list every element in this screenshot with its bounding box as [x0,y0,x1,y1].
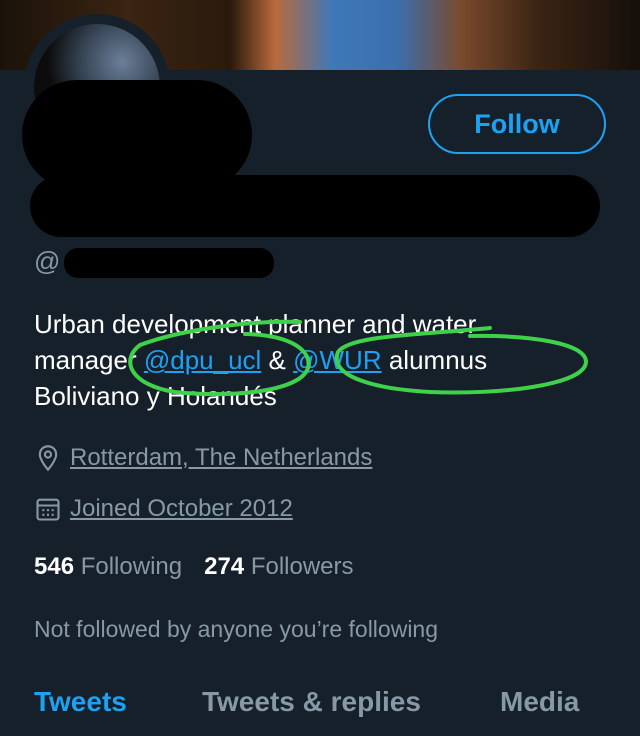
following-count: 546 [34,553,75,580]
mention-link-dpu[interactable]: @dpu_ucl [144,345,261,375]
bio-text: manager [34,345,144,375]
location-link[interactable]: Rotterdam, The Netherlands [70,444,372,472]
bio-line-1: Urban development planner and water [34,309,477,339]
mention-link-wur[interactable]: @WUR [293,345,382,375]
bio-line-3: Boliviano y Holandés [34,381,277,411]
followers-count: 274 [204,553,245,580]
followers-stat[interactable]: 274 Followers [204,553,353,581]
tab-tweets-replies[interactable]: Tweets & replies [202,686,421,718]
not-followed-notice: Not followed by anyone you’re following [34,616,439,642]
redaction-handle-bar [64,248,274,278]
following-stat[interactable]: 546 Following [34,553,182,581]
redaction-name-scribble [22,80,252,190]
tab-tweets[interactable]: Tweets [34,686,127,718]
followers-label: Followers [250,553,354,580]
calendar-icon [36,498,60,521]
following-label: Following [80,553,183,580]
bio-line-2: manager @dpu_ucl & @WUR alumnus [34,342,614,378]
follow-stats: 546 Following 274 Followers [34,553,354,581]
bio-text: alumnus [381,345,488,375]
redaction-name-bar [30,175,600,237]
follow-button[interactable]: Follow [428,94,606,154]
location-row: Rotterdam, The Netherlands [34,444,372,472]
profile-tabs: Tweets Tweets & replies Media [0,680,640,736]
joined-date: Joined October 2012 [70,495,293,522]
bio-text: & [261,345,294,375]
tab-media[interactable]: Media [500,686,579,718]
location-pin-icon [38,445,58,472]
joined-row: Joined October 2012 [34,495,293,523]
profile-bio: Urban development planner and water mana… [34,306,614,414]
profile-handle: @ [34,246,61,276]
